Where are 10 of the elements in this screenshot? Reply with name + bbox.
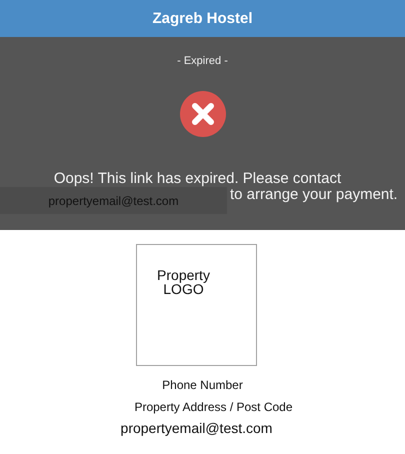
property-address: Property Address / Post Code: [134, 400, 293, 414]
logo-text: Property LOGO: [156, 268, 211, 296]
phone-number: Phone Number: [162, 378, 243, 392]
error-icon: [180, 91, 226, 137]
expired-message-end: to arrange your payment.: [230, 187, 398, 203]
contact-email: propertyemail@test.com: [0, 187, 227, 214]
expired-message: Oops! This link has expired. Please contact: [54, 171, 342, 187]
hostel-title: Zagreb Hostel: [152, 10, 253, 27]
status-text: - Expired -: [177, 55, 228, 67]
property-email: propertyemail@test.com: [120, 420, 272, 436]
